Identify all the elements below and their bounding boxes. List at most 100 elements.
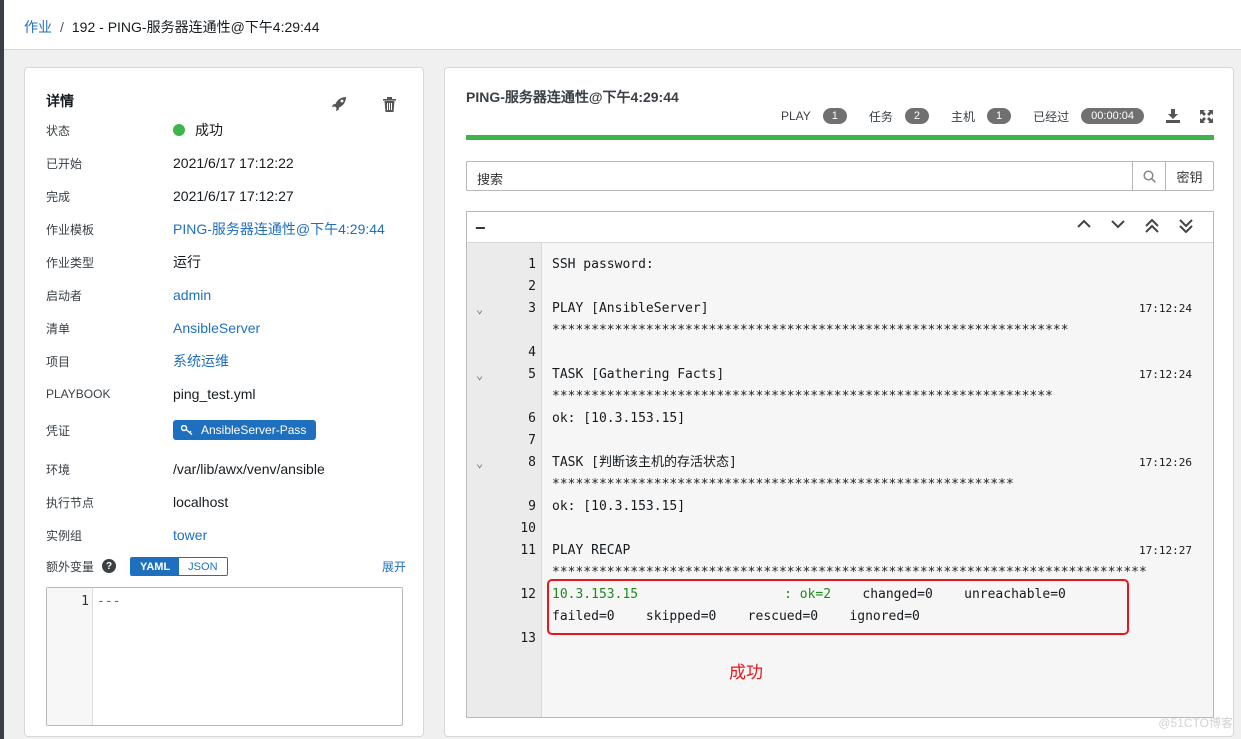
line-text: ok: [10.3.153.15] [552,499,686,514]
collapse-chevron-icon[interactable]: ⌄ [476,298,483,320]
detail-label: 凭证 [46,423,71,438]
scroll-up-icon[interactable] [1067,219,1101,233]
line-number: 7 [528,433,536,448]
play-label: PLAY [780,109,811,123]
breadcrumb-current: 192 - PING-服务器连通性@下午4:29:44 [71,19,320,35]
output-toolbar: − [467,212,1213,243]
detail-row-project: 项目 系统运维 [46,351,406,371]
fullscreen-icon[interactable] [1200,109,1213,123]
elapsed-badge: 00:00:04 [1081,108,1144,124]
line-number: 4 [528,345,536,360]
launched-by-link[interactable]: admin [173,287,211,303]
detail-row-launched-by: 启动者 admin [46,285,406,305]
job-stats: PLAY 1 任务 2 主机 1 已经过 00:00:04 [781,108,1213,124]
detail-label: 已开始 [46,156,83,171]
line-number: 5 [528,367,536,382]
success-annotation: 成功 [729,663,763,682]
relaunch-rocket-icon[interactable] [328,93,350,115]
line-text: PLAY [AnsibleServer] *******************… [552,301,1069,338]
detail-row-started: 已开始 2021/6/17 17:12:22 [46,153,406,173]
detail-label: PLAYBOOK [46,387,111,401]
inventory-link[interactable]: AnsibleServer [173,320,260,336]
yaml-toggle-button[interactable]: YAML [131,557,180,575]
line-text: TASK [判断该主机的存活状态] **********************… [552,455,1014,492]
line-number: 10 [520,521,536,536]
line-text: ok: [10.3.153.15] [552,411,686,426]
details-title: 详情 [46,93,74,109]
extra-vars-editor[interactable]: 1 --- [46,587,403,726]
detail-label: 执行节点 [46,495,95,510]
detail-row-template: 作业模板 PING-服务器连通性@下午4:29:44 [46,219,406,239]
line-number: 8 [528,455,536,470]
hosts-count-badge: 1 [987,108,1012,124]
line-number: 3 [528,301,536,316]
extra-vars-header: 额外变量 ? YAML JSON 展开 [46,556,406,576]
expand-link[interactable]: 展开 [382,558,406,575]
detail-row-instance-group: 实例组 tower [46,525,406,545]
job-template-link[interactable]: PING-服务器连通性@下午4:29:44 [173,219,385,239]
line-number: 11 [520,543,536,558]
credential-value: AnsibleServer-Pass [173,420,317,440]
scroll-bottom-icon[interactable] [1169,219,1203,233]
json-toggle-button[interactable]: JSON [179,557,227,575]
credential-label: AnsibleServer-Pass [201,423,307,437]
search-button[interactable] [1132,161,1166,191]
job-output: − 1 SSH password: 2 ⌄ 3 PLAY [AnsibleSer… [466,211,1214,718]
instance-group-link[interactable]: tower [173,527,207,543]
job-type-value: 运行 [173,254,201,270]
scroll-top-icon[interactable] [1135,219,1169,233]
search-input[interactable]: 搜索 [466,161,1132,191]
detail-row-inventory: 清单 AnsibleServer [46,318,406,338]
line-number: 12 [520,587,536,602]
line-timestamp: 17:12:24 [1139,368,1192,381]
credential-chip[interactable]: AnsibleServer-Pass [173,420,317,440]
execution-node-value: localhost [173,494,229,510]
watermark: @51CTO博客 [1158,716,1233,730]
detail-row-playbook: PLAYBOOK ping_test.yml [46,384,406,404]
extra-vars-label: 额外变量 [46,559,95,574]
detail-label: 作业模板 [46,222,95,237]
line-text: PLAY RECAP *****************************… [552,543,1147,580]
search-icon [1142,169,1156,183]
collapse-all-button[interactable]: − [475,218,486,239]
success-dot-icon [173,124,185,136]
details-panel: 详情 状态 成功 已开始 2021/6/17 17:12:22 完成 2021/… [24,67,424,737]
environment-value: /var/lib/awx/venv/ansible [173,461,325,477]
breadcrumb-jobs-link[interactable]: 作业 [24,19,52,35]
detail-label: 实例组 [46,528,83,543]
scroll-nav [1067,219,1203,233]
detail-label: 状态 [46,123,71,138]
collapse-chevron-icon[interactable]: ⌄ [476,364,483,386]
line-number: 9 [528,499,536,514]
line-timestamp: 17:12:24 [1139,302,1192,315]
job-title: PING-服务器连通性@下午4:29:44 [466,89,679,105]
detail-row-job-type: 作业类型 运行 [46,252,406,272]
breadcrumb-separator: / [60,19,64,35]
elapsed-label: 已经过 [1033,109,1070,124]
collapse-chevron-icon[interactable]: ⌄ [476,452,483,474]
detail-label: 启动者 [46,288,83,303]
hosts-label: 主机 [951,109,976,124]
line-text: TASK [Gathering Facts] *****************… [552,367,1053,404]
scroll-down-icon[interactable] [1101,219,1135,233]
line-text: SSH password: [552,257,654,272]
breadcrumb: 作业 / 192 - PING-服务器连通性@下午4:29:44 [24,17,320,37]
detail-label: 清单 [46,321,71,336]
detail-row-finished: 完成 2021/6/17 17:12:27 [46,186,406,206]
project-link[interactable]: 系统运维 [173,351,229,371]
key-button[interactable]: 密钥 [1166,161,1214,191]
download-icon[interactable] [1166,109,1180,123]
detail-row-credential: 凭证 AnsibleServer-Pass [46,420,406,440]
job-progress-bar [466,135,1214,140]
detail-label: 环境 [46,462,71,477]
line-number: 2 [528,279,536,294]
tasks-count-badge: 2 [904,108,930,124]
tasks-label: 任务 [868,109,893,124]
line-number: 6 [528,411,536,426]
help-icon[interactable]: ? [102,559,117,573]
delete-trash-icon[interactable] [378,93,400,115]
highlight-box [547,579,1129,635]
started-value: 2021/6/17 17:12:22 [173,155,294,171]
detail-row-environment: 环境 /var/lib/awx/venv/ansible [46,459,406,479]
output-body: 1 SSH password: 2 ⌄ 3 PLAY [AnsibleServe… [467,243,1213,717]
